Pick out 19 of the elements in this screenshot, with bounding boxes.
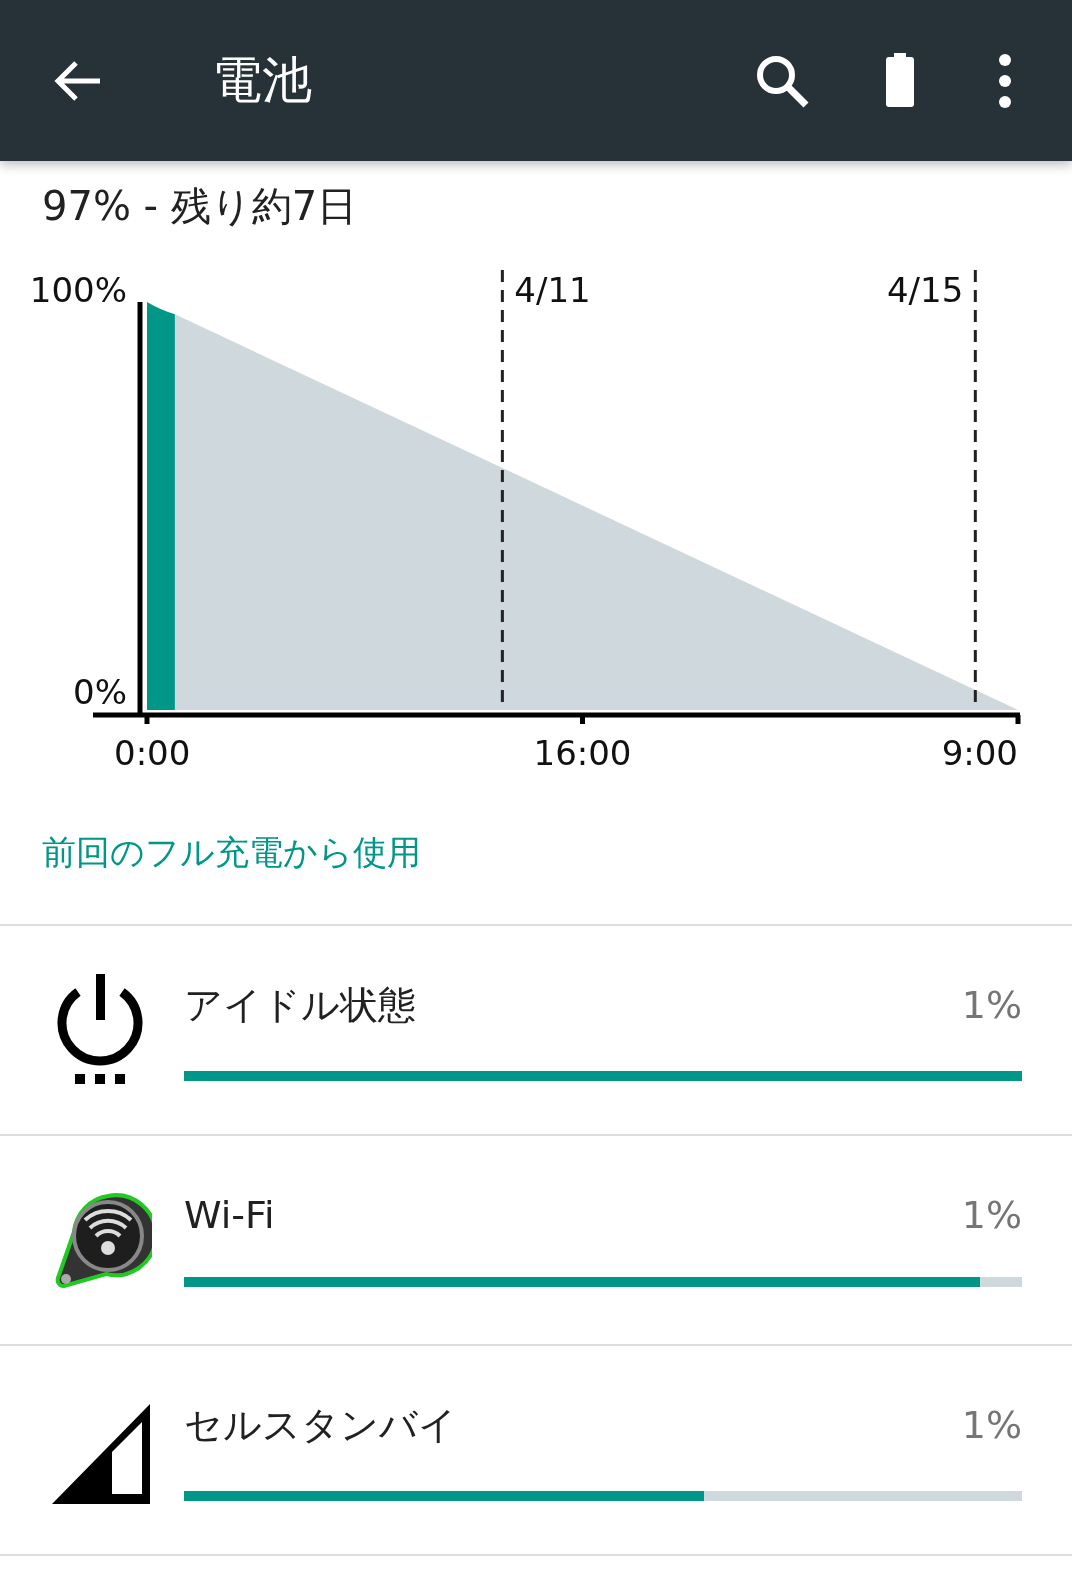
date-label: 4/11: [514, 270, 591, 310]
axis-label: 100%: [29, 270, 127, 310]
usage-label: Wi-Fi: [184, 1193, 275, 1237]
usage-item[interactable]: セルスタンバイ 1%: [0, 1346, 1072, 1556]
axis-label: 16:00: [533, 733, 632, 773]
usage-percent: 1%: [961, 1402, 1022, 1447]
usage-label: セルスタンバイ: [184, 1401, 457, 1449]
axis-label: 0:00: [114, 733, 191, 773]
axis-label: 9:00: [941, 733, 1018, 773]
app-bar-title: 電池: [212, 50, 313, 111]
usage-item[interactable]: アイドル状態 1%: [0, 926, 1072, 1136]
section-header: 前回のフル充電から使用: [0, 830, 1072, 926]
usage-percent: 1%: [961, 1193, 1022, 1237]
date-label: 4/15: [886, 270, 964, 310]
usage-percent: 1%: [961, 982, 1022, 1027]
battery-summary: 97% - 残り約7日: [42, 182, 359, 231]
axis-label: 0%: [73, 672, 127, 712]
usage-item[interactable]: Wi-Fi 1%: [0, 1136, 1072, 1346]
usage-label: アイドル状態: [184, 981, 416, 1029]
